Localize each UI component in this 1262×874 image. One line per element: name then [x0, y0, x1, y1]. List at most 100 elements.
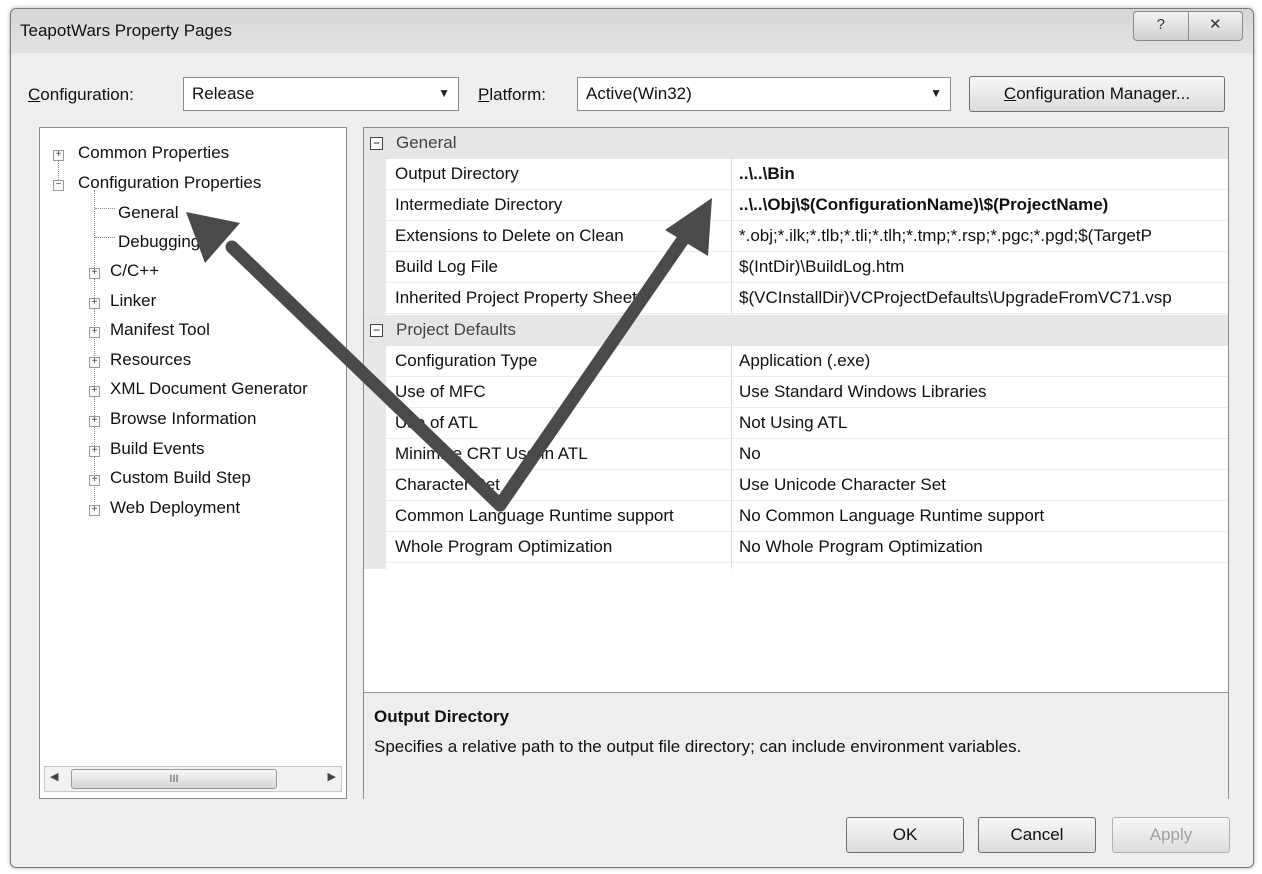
property-row[interactable]: Common Language Runtime support No Commo… — [386, 501, 1228, 532]
platform-value: Active(Win32) — [586, 84, 692, 103]
property-value[interactable]: ..\..\Bin — [739, 164, 1223, 184]
description-text: Specifies a relative path to the output … — [374, 737, 1022, 756]
tree-item-c-cpp[interactable]: C/C++ — [110, 261, 159, 281]
property-name: Use of ATL — [395, 413, 478, 432]
property-name: Extensions to Delete on Clean — [395, 226, 624, 245]
collapse-icon[interactable]: − — [370, 324, 383, 337]
tree-item-linker[interactable]: Linker — [110, 291, 156, 311]
section-general[interactable]: − General — [364, 128, 1228, 159]
property-value[interactable]: No — [739, 444, 1223, 464]
apply-button[interactable]: Apply — [1112, 817, 1230, 853]
tree-item-common-properties[interactable]: Common Properties — [78, 143, 229, 163]
property-value[interactable]: Not Using ATL — [739, 413, 1223, 433]
property-pages-dialog: TeapotWars Property Pages ? ✕ Configurat… — [10, 8, 1254, 868]
expand-icon[interactable]: + — [89, 505, 100, 516]
tree-item-xml-document-generator[interactable]: XML Document Generator — [110, 379, 308, 399]
property-name: Configuration Type — [395, 351, 538, 370]
property-value[interactable]: Use Unicode Character Set — [739, 475, 1223, 495]
tree-item-general[interactable]: General — [118, 203, 178, 223]
tree-item-browse-information[interactable]: Browse Information — [110, 409, 256, 429]
tree-item-debugging[interactable]: Debugging — [118, 232, 200, 252]
grid-gutter — [364, 128, 386, 569]
tree-item-configuration-properties[interactable]: Configuration Properties — [78, 173, 261, 193]
property-value[interactable]: $(VCInstallDir)VCProjectDefaults\Upgrade… — [739, 288, 1223, 308]
tree-item-custom-build-step[interactable]: Custom Build Step — [110, 468, 251, 488]
config-manager-label: onfiguration Manager... — [1016, 84, 1191, 103]
tree-line — [95, 208, 115, 209]
close-icon[interactable]: ✕ — [1187, 12, 1243, 40]
scroll-thumb[interactable]: III — [71, 769, 277, 789]
property-name: Build Log File — [395, 257, 499, 276]
tree-item-resources[interactable]: Resources — [110, 350, 191, 370]
platform-label: Platform: — [478, 85, 546, 105]
title-bar: TeapotWars Property Pages ? ✕ — [11, 9, 1253, 53]
title-buttons: ? ✕ — [1133, 11, 1243, 41]
property-name: Common Language Runtime support — [395, 506, 674, 525]
expand-icon[interactable]: + — [89, 386, 100, 397]
section-project-defaults[interactable]: − Project Defaults — [364, 315, 1228, 346]
settings-tree[interactable]: + Common Properties − Configuration Prop… — [39, 127, 347, 799]
property-row[interactable]: Inherited Project Property Sheets $(VCIn… — [386, 283, 1228, 314]
platform-label-text: latform: — [489, 85, 547, 104]
property-name: Use of MFC — [395, 382, 486, 401]
property-row[interactable]: Whole Program Optimization No Whole Prog… — [386, 532, 1228, 563]
configuration-label-text: onfiguration: — [40, 85, 134, 104]
section-label: Project Defaults — [396, 320, 516, 339]
tree-line — [95, 237, 115, 238]
property-row[interactable]: Extensions to Delete on Clean *.obj;*.il… — [386, 221, 1228, 252]
platform-dropdown[interactable]: Active(Win32) ▼ — [577, 77, 951, 111]
tree-horizontal-scrollbar[interactable]: ◀ III ▶ — [44, 766, 342, 792]
section-label: General — [396, 133, 457, 152]
expand-icon[interactable]: + — [89, 475, 100, 486]
scroll-left-icon[interactable]: ◀ — [50, 770, 58, 783]
scroll-right-icon[interactable]: ▶ — [328, 770, 336, 783]
cancel-button[interactable]: Cancel — [978, 817, 1096, 853]
expand-icon[interactable]: + — [89, 357, 100, 368]
property-value[interactable]: Use Standard Windows Libraries — [739, 382, 1223, 402]
property-row[interactable]: Configuration Type Application (.exe) — [386, 346, 1228, 377]
chevron-down-icon: ▼ — [930, 86, 942, 100]
property-row[interactable]: Minimize CRT Use in ATL No — [386, 439, 1228, 470]
property-name: Minimize CRT Use in ATL — [395, 444, 588, 463]
property-row[interactable]: Output Directory ..\..\Bin — [386, 159, 1228, 190]
configuration-mnemonic: C — [28, 85, 41, 104]
help-icon[interactable]: ? — [1134, 12, 1188, 40]
config-manager-mnemonic: C — [1003, 84, 1017, 103]
property-value[interactable]: Application (.exe) — [739, 351, 1223, 371]
property-row[interactable]: Build Log File $(IntDir)\BuildLog.htm — [386, 252, 1228, 283]
platform-mnemonic: P — [478, 85, 490, 104]
property-name: Output Directory — [395, 164, 519, 183]
tree-item-manifest-tool[interactable]: Manifest Tool — [110, 320, 210, 340]
expand-icon[interactable]: + — [89, 416, 100, 427]
property-row[interactable]: Intermediate Directory ..\..\Obj\$(Confi… — [386, 190, 1228, 221]
tree-item-web-deployment[interactable]: Web Deployment — [110, 498, 240, 518]
tree-item-build-events[interactable]: Build Events — [110, 439, 205, 459]
collapse-icon[interactable]: − — [370, 137, 383, 150]
expand-icon[interactable]: + — [53, 150, 64, 161]
expand-icon[interactable]: + — [89, 298, 100, 309]
configuration-label: Configuration: — [28, 85, 134, 105]
description-title: Output Directory — [374, 707, 510, 726]
expand-icon[interactable]: + — [89, 268, 100, 279]
property-name: Character Set — [395, 475, 500, 494]
configuration-dropdown[interactable]: Release ▼ — [183, 77, 459, 111]
property-row[interactable]: Use of ATL Not Using ATL — [386, 408, 1228, 439]
property-value[interactable]: $(IntDir)\BuildLog.htm — [739, 257, 1223, 277]
expand-icon[interactable]: + — [89, 327, 100, 338]
property-name: Inherited Project Property Sheets — [395, 288, 646, 307]
property-row[interactable]: Use of MFC Use Standard Windows Librarie… — [386, 377, 1228, 408]
window-title: TeapotWars Property Pages — [20, 21, 232, 40]
property-value[interactable]: ..\..\Obj\$(ConfigurationName)\$(Project… — [739, 195, 1223, 215]
property-value[interactable]: *.obj;*.ilk;*.tlb;*.tli;*.tlh;*.tmp;*.rs… — [739, 226, 1223, 246]
property-row[interactable]: Character Set Use Unicode Character Set — [386, 470, 1228, 501]
property-name: Whole Program Optimization — [395, 537, 613, 556]
property-value[interactable]: No Whole Program Optimization — [739, 537, 1223, 557]
configuration-manager-button[interactable]: Configuration Manager... — [969, 76, 1225, 112]
property-value[interactable]: No Common Language Runtime support — [739, 506, 1223, 526]
property-grid[interactable]: − General Output Directory ..\..\Bin Int… — [363, 127, 1229, 799]
chevron-down-icon: ▼ — [438, 86, 450, 100]
configuration-value: Release — [192, 84, 255, 103]
expand-icon[interactable]: + — [89, 446, 100, 457]
ok-button[interactable]: OK — [846, 817, 964, 853]
collapse-icon[interactable]: − — [53, 180, 64, 191]
